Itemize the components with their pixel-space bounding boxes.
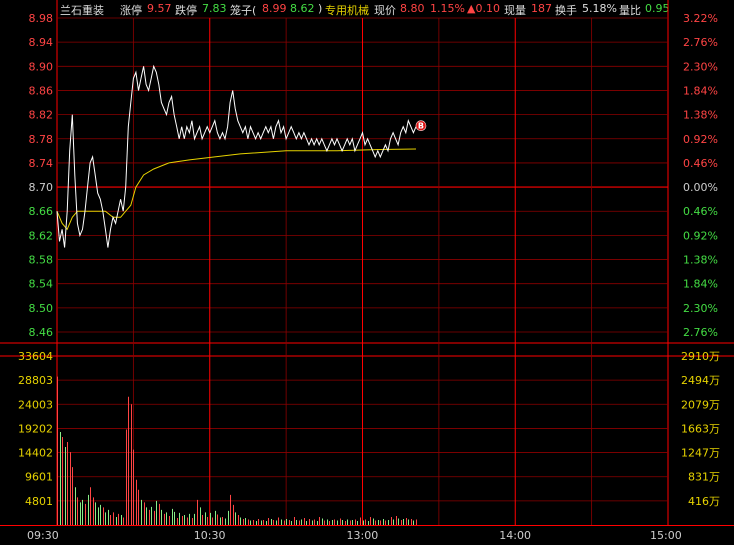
time-axis-label: 10:30 bbox=[194, 529, 226, 542]
price-axis-label: 8.78 bbox=[29, 133, 54, 146]
time-axis-label: 15:00 bbox=[650, 529, 682, 542]
volume-axis-label: 28803 bbox=[18, 374, 53, 387]
intraday-chart[interactable]: 8.98 3.22% 8.94 2.76% 8.90 2.30% 8.86 1.84% 8.82… bbox=[0, 0, 734, 545]
pct-axis-label: 0.92% bbox=[683, 133, 718, 146]
volume-axis-label: 19202 bbox=[18, 422, 53, 435]
price-axis-label: 8.70 bbox=[29, 181, 54, 194]
time-axis-label: 09:30 bbox=[27, 529, 59, 542]
price-axis-label: 8.66 bbox=[29, 205, 54, 218]
pct-axis-label: 1.38% bbox=[683, 109, 718, 122]
price-axis-label: 8.74 bbox=[29, 157, 54, 170]
pct-axis-label: 1.38% bbox=[683, 254, 718, 267]
price-axis-label: 8.58 bbox=[29, 254, 54, 267]
volume-axis-label: 14402 bbox=[18, 447, 53, 460]
price-axis-label: 8.86 bbox=[29, 84, 54, 97]
price-axis-label: 8.82 bbox=[29, 109, 54, 122]
pct-axis-label: 1.84% bbox=[683, 278, 718, 291]
price-axis-label: 8.50 bbox=[29, 302, 54, 315]
volume-axis-label: 24003 bbox=[18, 398, 53, 411]
pct-axis-label: 0.00% bbox=[683, 181, 718, 194]
time-axis-label: 14:00 bbox=[499, 529, 531, 542]
volume-unit-label: 831万 bbox=[688, 471, 720, 484]
volume-axis-label: 33604 bbox=[18, 350, 53, 363]
pct-axis-label: 3.22% bbox=[683, 12, 718, 25]
price-axis-label: 8.94 bbox=[29, 36, 54, 49]
price-axis-label: 8.98 bbox=[29, 12, 54, 25]
b-marker-icon[interactable]: B bbox=[415, 120, 427, 131]
pct-axis-label: 2.76% bbox=[683, 326, 718, 339]
svg-text:B: B bbox=[418, 122, 424, 131]
price-axis-label: 8.46 bbox=[29, 326, 54, 339]
pct-axis-label: 0.46% bbox=[683, 157, 718, 170]
pct-axis-label: 1.84% bbox=[683, 84, 718, 97]
volume-unit-label: 2910万 bbox=[681, 350, 720, 363]
volume-unit-label: 1663万 bbox=[681, 422, 720, 435]
volume-unit-label: 2494万 bbox=[681, 374, 720, 387]
time-axis-label: 13:00 bbox=[347, 529, 379, 542]
volume-unit-label: 2079万 bbox=[681, 398, 720, 411]
pct-axis-label: 2.30% bbox=[683, 302, 718, 315]
volume-axis-label: 4801 bbox=[25, 495, 53, 508]
pct-axis-label: 2.30% bbox=[683, 60, 718, 73]
volume-unit-label: 416万 bbox=[688, 495, 720, 508]
price-axis-label: 8.90 bbox=[29, 60, 54, 73]
grid-lines bbox=[0, 0, 734, 526]
price-axis-label: 8.62 bbox=[29, 229, 54, 242]
price-axis-label: 8.54 bbox=[29, 278, 54, 291]
axis-labels: 8.98 3.22% 8.94 2.76% 8.90 2.30% 8.86 1.84% 8.82… bbox=[18, 12, 720, 542]
pct-axis-label: 2.76% bbox=[683, 36, 718, 49]
volume-unit-label: 1247万 bbox=[681, 447, 720, 460]
volume-axis-label: 9601 bbox=[25, 471, 53, 484]
pct-axis-label: 0.46% bbox=[683, 205, 718, 218]
pct-axis-label: 0.92% bbox=[683, 229, 718, 242]
